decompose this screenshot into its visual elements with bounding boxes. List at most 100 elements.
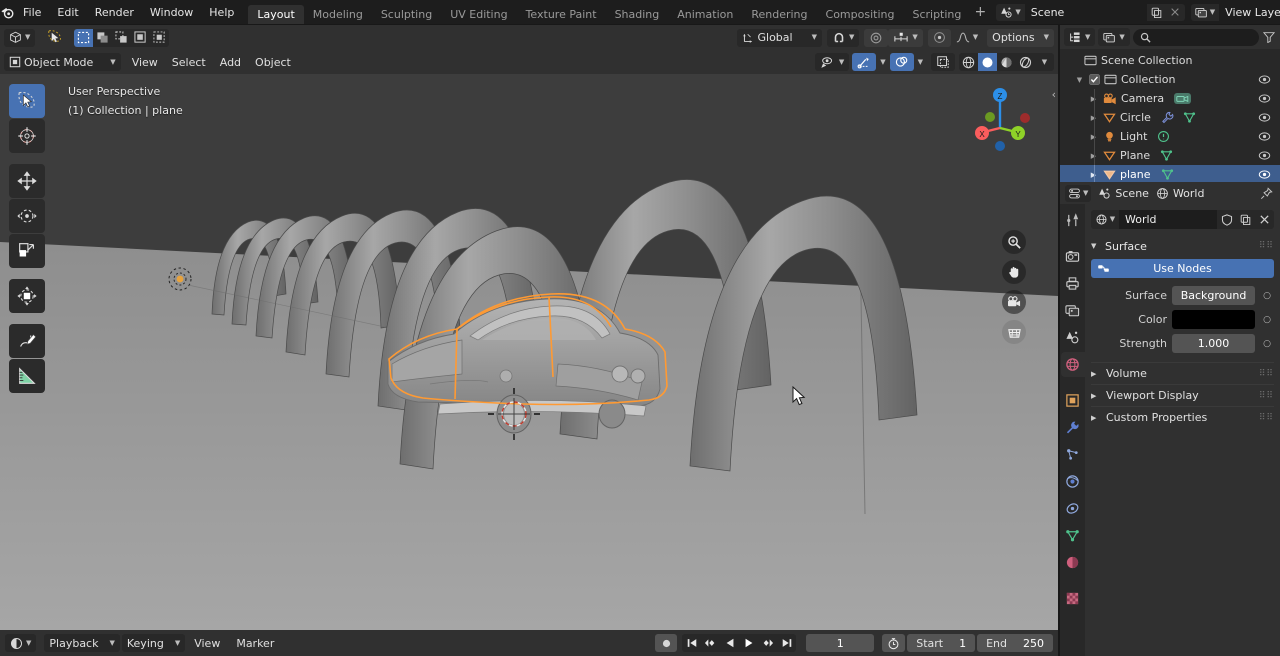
show-hide-icon[interactable]: ▼: [814, 53, 850, 71]
pin-icon[interactable]: [1260, 186, 1275, 200]
menu-view[interactable]: View: [125, 53, 165, 71]
select-subtract-icon[interactable]: [112, 29, 131, 47]
3d-viewport[interactable]: User Perspective (1) Collection | plane: [0, 74, 1058, 630]
animate-property-icon[interactable]: ○: [1260, 334, 1274, 353]
menu-render[interactable]: Render: [87, 0, 142, 24]
current-frame-field[interactable]: 1: [806, 634, 875, 652]
world-tab[interactable]: [1060, 352, 1085, 377]
color-swatch[interactable]: [1172, 310, 1255, 329]
properties-editor-icon[interactable]: ▼: [1065, 184, 1092, 202]
tab-animation[interactable]: Animation: [668, 5, 742, 24]
editor-type-3dview-icon[interactable]: ▼: [4, 28, 36, 47]
panel-drag-handle[interactable]: ⠿⠿: [1259, 369, 1274, 379]
solid-shading-icon[interactable]: [978, 53, 997, 71]
new-world-icon[interactable]: [1236, 210, 1255, 229]
outliner-row-collection[interactable]: ▼ Collection: [1060, 70, 1280, 89]
menu-timeline-view[interactable]: View: [187, 634, 227, 652]
animate-property-icon[interactable]: ○: [1260, 286, 1274, 305]
tab-compositing[interactable]: Compositing: [817, 5, 904, 24]
overlays-dropdown[interactable]: ▼: [914, 53, 927, 71]
breadcrumb-scene[interactable]: Scene: [1098, 187, 1149, 200]
light-data-icon[interactable]: [1157, 130, 1170, 143]
pan-hand-icon[interactable]: [1002, 260, 1026, 284]
gizmo-icon[interactable]: [852, 53, 877, 71]
view-layer-icon[interactable]: ▼: [1190, 3, 1220, 21]
outliner-row-plane[interactable]: ▶ Plane: [1060, 146, 1280, 165]
menu-edit[interactable]: Edit: [49, 0, 86, 24]
particles-tab[interactable]: [1061, 442, 1085, 467]
tab-scripting[interactable]: Scripting: [903, 5, 970, 24]
select-cursor-icon[interactable]: [41, 29, 70, 47]
tab-layout[interactable]: Layout: [248, 5, 304, 24]
scene-name-field[interactable]: Scene: [1024, 3, 1147, 21]
outliner-row-scene-collection[interactable]: Scene Collection: [1060, 51, 1280, 70]
data-tab[interactable]: [1061, 523, 1085, 548]
view-layer-icon[interactable]: ▼: [1098, 28, 1130, 46]
object-tab[interactable]: [1061, 388, 1085, 413]
cursor-tool[interactable]: [9, 119, 45, 153]
tab-rendering[interactable]: Rendering: [742, 5, 816, 24]
search-input[interactable]: [1132, 28, 1259, 46]
modifier-wrench-icon[interactable]: [1161, 111, 1174, 124]
disclosure-triangle-icon[interactable]: ▼: [1074, 76, 1085, 84]
jump-to-next-keyframe-icon[interactable]: [758, 634, 777, 652]
play-icon[interactable]: [739, 634, 758, 652]
jump-to-prev-keyframe-icon[interactable]: [701, 634, 720, 652]
menu-object[interactable]: Object: [248, 53, 298, 71]
tab-uv-editing[interactable]: UV Editing: [441, 5, 516, 24]
filter-icon[interactable]: [1262, 31, 1276, 43]
surface-value[interactable]: Background: [1172, 286, 1255, 305]
snap-increment-icon[interactable]: ▼: [888, 28, 923, 47]
visibility-eye-icon[interactable]: [1258, 112, 1271, 123]
select-new-icon[interactable]: [74, 28, 94, 47]
panel-drag-handle[interactable]: ⠿⠿: [1259, 391, 1274, 401]
world-globe-icon[interactable]: ▼: [1091, 210, 1119, 229]
tab-modeling[interactable]: Modeling: [304, 5, 372, 24]
collapse-sidebar-icon[interactable]: ‹: [1052, 88, 1056, 101]
viewport-display-panel-header[interactable]: ▶ Viewport Display ⠿⠿: [1091, 384, 1274, 406]
scene-tab[interactable]: [1061, 325, 1085, 350]
menu-window[interactable]: Window: [142, 0, 201, 24]
menu-help[interactable]: Help: [201, 0, 242, 24]
view-layer-name-field[interactable]: View Layer: [1219, 3, 1280, 21]
unlink-icon[interactable]: [1255, 210, 1274, 229]
camera-view-icon[interactable]: [1002, 290, 1026, 314]
move-tool[interactable]: [9, 164, 45, 198]
world-name-field[interactable]: World: [1119, 210, 1217, 229]
shading-dropdown[interactable]: ▼: [1035, 53, 1054, 71]
animate-property-icon[interactable]: ○: [1260, 310, 1274, 329]
render-tab[interactable]: [1061, 244, 1085, 269]
use-nodes-button[interactable]: Use Nodes: [1091, 259, 1274, 278]
menu-keying[interactable]: Keying ▼: [121, 634, 186, 652]
tab-sculpting[interactable]: Sculpting: [372, 5, 441, 24]
rendered-shading-icon[interactable]: [1016, 53, 1035, 71]
toggle-perspective-icon[interactable]: [1002, 320, 1026, 344]
jump-to-end-icon[interactable]: [777, 634, 796, 652]
magnet-icon[interactable]: ▼: [826, 28, 860, 47]
menu-add[interactable]: Add: [213, 53, 248, 71]
xray-toggle-icon[interactable]: [931, 53, 955, 71]
visibility-eye-icon[interactable]: [1258, 131, 1271, 142]
tab-shading[interactable]: Shading: [606, 5, 669, 24]
overlays-icon[interactable]: [889, 53, 914, 71]
visibility-eye-icon[interactable]: [1258, 74, 1271, 85]
material-tab[interactable]: [1061, 550, 1085, 575]
outliner-row-light[interactable]: ▶ Light: [1060, 127, 1280, 146]
panel-drag-handle[interactable]: ⠿⠿: [1259, 241, 1274, 251]
outliner-row-camera[interactable]: ▶ Camera: [1060, 89, 1280, 108]
visibility-eye-icon[interactable]: [1258, 169, 1271, 180]
remove-scene-button[interactable]: [1165, 3, 1185, 21]
camera-data-icon[interactable]: [1174, 93, 1192, 104]
surface-panel-header[interactable]: ▼ Surface ⠿⠿: [1091, 236, 1274, 256]
measure-tool[interactable]: [9, 359, 45, 393]
constraints-tab[interactable]: [1061, 496, 1085, 521]
smooth-falloff-icon[interactable]: ▼: [951, 29, 983, 47]
texture-tab[interactable]: [1061, 586, 1085, 611]
panel-drag-handle[interactable]: ⠿⠿: [1259, 413, 1274, 423]
play-reverse-icon[interactable]: [720, 634, 739, 652]
mesh-data-icon[interactable]: [1183, 111, 1196, 124]
tab-texture-paint[interactable]: Texture Paint: [517, 5, 606, 24]
add-workspace-button[interactable]: +: [970, 0, 990, 24]
transform-orientation-dropdown[interactable]: Global ▼: [736, 28, 822, 47]
strength-value[interactable]: 1.000: [1172, 334, 1255, 353]
